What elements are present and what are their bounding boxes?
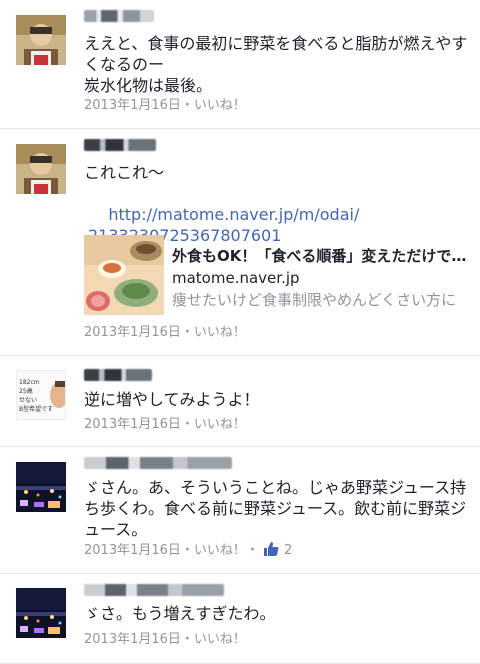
link-preview-thumbnail[interactable] xyxy=(84,235,164,315)
comment-text: ええと、食事の最初に野菜を食べると脂肪が燃えやすくなるのー 炭水化物は最後。 xyxy=(84,34,468,95)
thumbs-up-icon[interactable] xyxy=(263,541,279,561)
like-link[interactable]: いいね！ xyxy=(194,543,246,558)
comment-item: これこれ～ http://matome.naver.jp/m/odai/2133… xyxy=(0,129,480,356)
commenter-name-redacted[interactable] xyxy=(84,369,152,381)
avatar[interactable] xyxy=(16,588,66,638)
meta-separator: ・ xyxy=(180,632,194,647)
comment-link-line1[interactable]: http://matome.naver.jp/m/odai/ xyxy=(108,205,359,224)
avatar-image xyxy=(16,144,66,194)
avatar-image xyxy=(16,15,66,65)
food-thumbnail-image xyxy=(84,235,164,315)
comment-text: これこれ～ xyxy=(84,163,165,182)
comment-text: ゞさん。あ、そういうことね。じゃあ野菜ジュース持ち歩くわ。食べる前に野菜ジュース… xyxy=(84,478,467,539)
avatar-face-image xyxy=(50,381,65,408)
link-preview-domain: matome.naver.jp xyxy=(172,269,300,287)
avatar[interactable]: 182cm 25歳 せない B型希望です xyxy=(16,370,66,420)
comment-date[interactable]: 2013年1月16日 xyxy=(84,417,181,432)
comment-text: ゞさ。もう増えすぎたわ。 xyxy=(84,604,276,623)
avatar[interactable] xyxy=(16,15,66,65)
commenter-name-redacted[interactable] xyxy=(84,457,232,469)
comment-meta: 2013年1月16日・いいね！ xyxy=(84,94,246,113)
night-city-avatar-image xyxy=(16,588,66,638)
commenter-name-redacted[interactable] xyxy=(84,584,224,596)
comment-date[interactable]: 2013年1月16日 xyxy=(84,632,181,647)
like-link[interactable]: いいね！ xyxy=(194,98,246,113)
comment-item: ええと、食事の最初に野菜を食べると脂肪が燃えやすくなるのー 炭水化物は最後。 2… xyxy=(0,0,480,129)
like-link[interactable]: いいね！ xyxy=(194,632,246,647)
comment-meta: 2013年1月16日・いいね！・ 2 xyxy=(84,539,292,561)
comment-item: 182cm 25歳 せない B型希望です 逆に増やしてみようよ！ 2013年1月… xyxy=(0,356,480,447)
like-count[interactable]: 2 xyxy=(284,543,292,558)
comment-item: ゞさ。もう増えすぎたわ。 2013年1月16日・いいね！ xyxy=(0,574,480,664)
night-city-avatar-image xyxy=(16,462,66,512)
commenter-name-redacted[interactable] xyxy=(84,10,154,22)
comment-date[interactable]: 2013年1月16日 xyxy=(84,543,181,558)
link-preview-description: 痩せたいけど食事制限やめんどくさい方に xyxy=(172,291,457,309)
like-link[interactable]: いいね！ xyxy=(194,417,246,432)
meta-separator: ・ xyxy=(245,543,259,558)
meta-separator: ・ xyxy=(180,325,194,340)
link-preview-title[interactable]: 外食もOK！「食べる順番」変えただけで痩せる xyxy=(172,245,468,266)
meta-separator: ・ xyxy=(180,98,194,113)
comment-meta: 2013年1月16日・いいね！ xyxy=(84,321,246,340)
avatar[interactable] xyxy=(16,462,66,512)
avatar[interactable] xyxy=(16,144,66,194)
comment-date[interactable]: 2013年1月16日 xyxy=(84,98,181,113)
meta-separator: ・ xyxy=(180,417,194,432)
link-preview-card[interactable]: 外食もOK！「食べる順番」変えただけで痩せる matome.naver.jp 痩… xyxy=(84,235,470,317)
like-link[interactable]: いいね！ xyxy=(194,325,246,340)
comment-meta: 2013年1月16日・いいね！ xyxy=(84,628,246,647)
meta-separator: ・ xyxy=(180,543,194,558)
comment-text: 逆に増やしてみようよ！ xyxy=(84,390,260,409)
commenter-name-redacted[interactable] xyxy=(84,139,156,151)
comment-item: ゞさん。あ、そういうことね。じゃあ野菜ジュース持ち歩くわ。食べる前に野菜ジュース… xyxy=(0,447,480,574)
comment-date[interactable]: 2013年1月16日 xyxy=(84,325,181,340)
comment-meta: 2013年1月16日・いいね！ xyxy=(84,413,246,432)
